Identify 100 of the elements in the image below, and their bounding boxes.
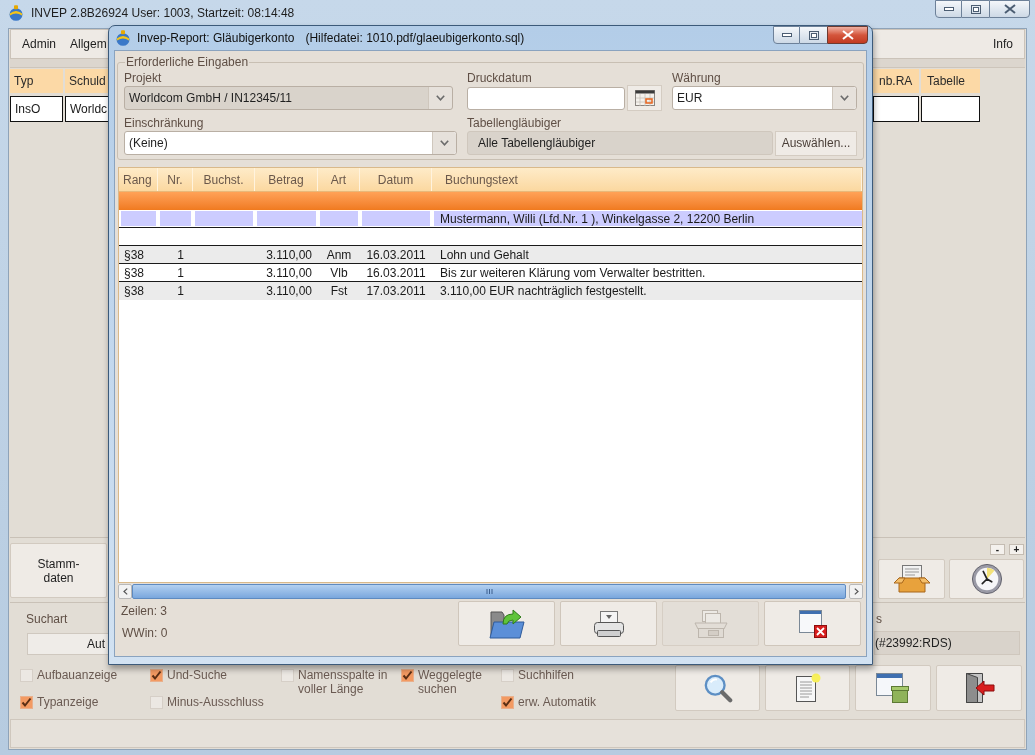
table-cell-text: §38	[123, 264, 146, 281]
table-cell-text: 1	[176, 246, 185, 263]
search-button[interactable]	[675, 665, 760, 711]
chevron-down-icon	[440, 140, 449, 146]
document-button[interactable]	[765, 665, 850, 711]
row-count-text: Zeilen: 3	[121, 604, 168, 619]
table-cell-text: 3.110,00	[265, 264, 313, 281]
chevron-down-icon	[840, 95, 849, 101]
checkbox-label[interactable]: Und-Suche	[167, 668, 228, 682]
checkbox-label[interactable]: Minus-Ausschluss	[167, 695, 264, 709]
close-icon	[841, 30, 854, 40]
table-cell-text: §38	[123, 283, 146, 300]
clock-icon	[970, 563, 1003, 595]
minimize-button[interactable]	[935, 0, 962, 18]
table-cell-text: 17.03.2011	[365, 283, 427, 300]
checkbox-label[interactable]: Suchhilfen	[518, 668, 575, 682]
column-header: Betrag	[255, 168, 318, 191]
column-header: Rang	[119, 168, 158, 191]
status-field: (#23992:RDS)	[874, 631, 1020, 655]
column-header: Tabelle	[921, 69, 980, 93]
table-cell-text: 1	[176, 264, 185, 281]
table-cell: Mustermann, Willi (Lfd.Nr. 1 ), Winkelgasse 2, 12200 Berlin	[432, 211, 862, 226]
window-box-icon	[875, 672, 911, 704]
menu-item[interactable]: Info	[993, 35, 1013, 53]
column-header: Datum	[360, 168, 432, 191]
app-icon	[116, 30, 130, 46]
field-label: s	[875, 612, 883, 627]
menu-item[interactable]: Allgem	[70, 35, 107, 53]
document-icon	[794, 673, 821, 703]
chevron-left-icon	[122, 588, 128, 595]
master-data-button[interactable]: Stamm- daten	[10, 543, 107, 598]
table-cell-text: 3.110,00	[265, 283, 313, 300]
checkbox-label[interactable]: erw. Automatik	[518, 695, 597, 709]
maximize-button[interactable]	[800, 26, 827, 44]
table-cell-text: Anm	[325, 246, 353, 263]
column-header: Buchungstext	[432, 168, 862, 191]
exit-button[interactable]	[936, 665, 1022, 711]
table-cell-text: Fst	[329, 283, 349, 300]
column-header: Nr.	[158, 168, 193, 191]
table-cell-text: 16.03.2011	[365, 246, 427, 263]
window-button[interactable]	[855, 665, 931, 711]
table-cell-text: 3.110,00	[265, 246, 313, 263]
checkbox[interactable]	[20, 696, 33, 709]
printer-icon	[592, 609, 625, 638]
search-mode-field[interactable]: Aut	[27, 633, 110, 655]
wwin-text: WWin: 0	[122, 626, 168, 641]
clock-button[interactable]	[949, 559, 1024, 599]
chevron-down-icon	[436, 95, 445, 101]
field-label: Tabellengläubiger	[467, 116, 563, 131]
size-button[interactable]: +	[1009, 544, 1024, 555]
maximize-icon	[970, 4, 981, 14]
checkbox-label[interactable]: Typanzeige	[37, 695, 99, 709]
close-button[interactable]	[989, 0, 1030, 18]
field-label: Druckdatum	[467, 71, 533, 86]
column-header: nb.RA	[873, 69, 919, 93]
scroll-right-button[interactable]	[849, 584, 863, 599]
size-button[interactable]: -	[990, 544, 1005, 555]
group-title: Erforderliche Eingaben	[125, 55, 250, 70]
dialog-title: Invep-Report: Gläubigerkonto	[137, 30, 295, 47]
archive-button[interactable]	[878, 559, 945, 599]
printer-pages-icon	[693, 608, 728, 639]
column-header: Typ	[10, 69, 63, 93]
minimize-icon	[781, 33, 792, 37]
restriction-dropdown[interactable]: (Keine)	[124, 131, 457, 155]
checkbox-label[interactable]: Namensspalte in voller Länge	[298, 668, 398, 696]
scroll-left-button[interactable]	[118, 584, 132, 599]
checkbox[interactable]	[401, 669, 414, 682]
creditors-field: Alle Tabellengläubiger	[467, 131, 773, 155]
folder-arrow-icon	[488, 608, 525, 639]
checkbox[interactable]	[501, 696, 514, 709]
table-cell: InsO	[10, 96, 63, 122]
app-icon	[9, 5, 23, 21]
checkbox-label[interactable]: Aufbauanzeige	[37, 668, 118, 682]
minimize-button[interactable]	[773, 26, 800, 44]
table-cell-text: Lohn und Gehalt	[439, 246, 530, 263]
print-button[interactable]	[560, 601, 657, 646]
checkbox-label[interactable]: Weggelegte suchen	[418, 668, 490, 696]
export-button[interactable]	[458, 601, 555, 646]
calendar-button[interactable]	[627, 85, 662, 111]
select-button[interactable]: Auswählen...	[775, 130, 857, 156]
chevron-right-icon	[853, 588, 859, 595]
currency-dropdown[interactable]: EUR	[672, 86, 857, 110]
table-cell-text: Bis zur weiteren Klärung vom Verwalter bestritten.	[439, 264, 707, 281]
table-cell-text: 16.03.2011	[365, 264, 427, 281]
menu-item[interactable]: Admin	[22, 35, 56, 53]
close-icon	[1003, 4, 1016, 14]
maximize-button[interactable]	[962, 0, 989, 18]
close-button[interactable]	[827, 26, 868, 44]
table-cell-text: §38	[123, 246, 146, 263]
field-label: Währung	[672, 71, 722, 86]
search-icon	[702, 673, 733, 703]
help-file-text: (Hilfedatei: 1010.pdf/glaeubigerkonto.sql)	[305, 30, 525, 47]
table-cell-text: Vlb	[329, 264, 349, 281]
table-cell-text: 1	[176, 283, 185, 300]
checkbox[interactable]	[150, 669, 163, 682]
column-header: Buchst.	[193, 168, 255, 191]
window-title: INVEP 2.8B26924 User: 1003, Startzeit: 08:14:48	[31, 5, 295, 22]
field-label: Suchart	[26, 612, 69, 627]
date-field[interactable]	[467, 86, 625, 110]
minimize-icon	[943, 7, 954, 11]
